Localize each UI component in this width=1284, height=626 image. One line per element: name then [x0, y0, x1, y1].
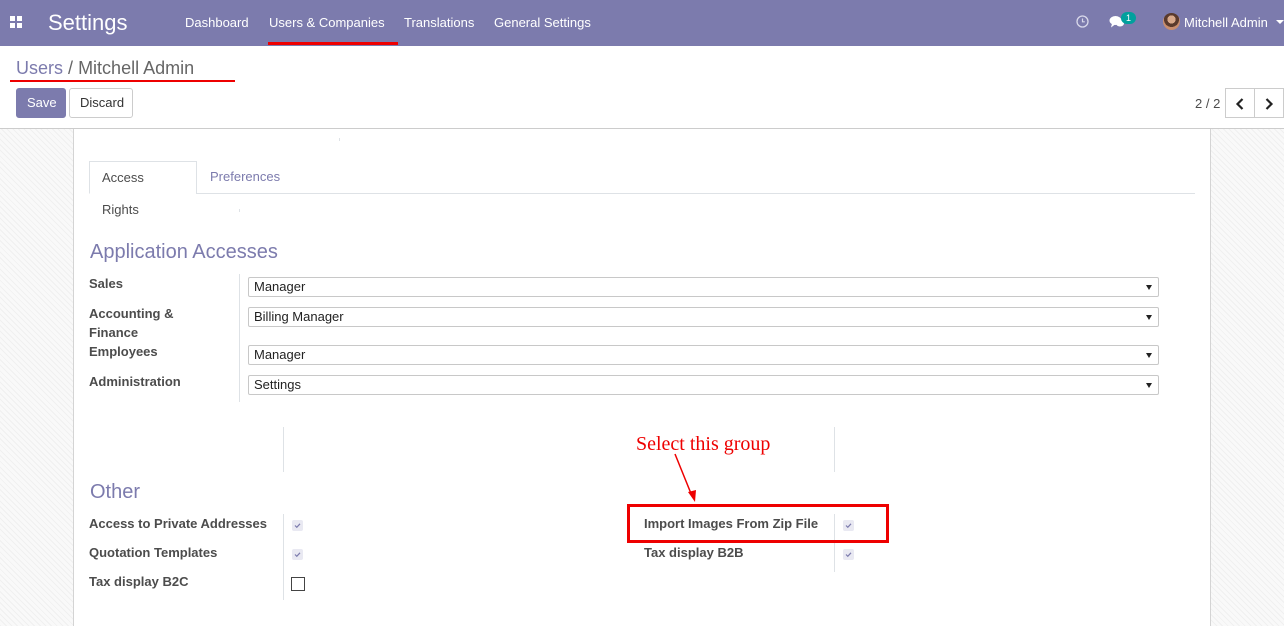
divider [834, 427, 835, 472]
field-label-tax-b2c: Tax display B2C [89, 574, 189, 589]
tax-b2c-checkbox[interactable] [291, 577, 305, 591]
caret-down-icon [1146, 315, 1152, 320]
menu-dashboard[interactable]: Dashboard [185, 15, 249, 30]
check-icon [294, 523, 301, 529]
check-icon [845, 552, 852, 558]
tab-divider [196, 193, 1195, 194]
pager-previous-button[interactable] [1225, 88, 1255, 118]
breadcrumb-current: Mitchell Admin [78, 58, 195, 78]
annotation-highlight-box [627, 504, 889, 543]
employees-select-value: Manager [254, 347, 306, 362]
breadcrumb-separator: / [68, 58, 74, 78]
tab-access-rights[interactable]: Access Rights [89, 161, 197, 217]
save-button[interactable]: Save [16, 88, 66, 118]
field-label-accounting: Accounting & Finance [89, 306, 174, 340]
divider [239, 274, 240, 402]
divider [283, 427, 284, 472]
menu-translations[interactable]: Translations [404, 15, 474, 30]
sales-select[interactable]: Manager [248, 277, 1159, 297]
administration-select-value: Settings [254, 377, 301, 392]
accounting-select[interactable]: Billing Manager [248, 307, 1159, 327]
annotation-text: Select this group [636, 433, 771, 455]
caret-down-icon [1146, 383, 1152, 388]
field-label-sales: Sales [89, 276, 123, 291]
user-menu[interactable]: Mitchell Admin [1184, 15, 1268, 30]
tab-preferences[interactable]: Preferences [198, 161, 292, 194]
menu-users-companies[interactable]: Users & Companies [269, 15, 385, 30]
divider [339, 138, 340, 141]
tax-b2b-checkbox[interactable] [843, 549, 854, 560]
quotation-templates-checkbox[interactable] [292, 549, 303, 560]
accounting-select-value: Billing Manager [254, 309, 344, 324]
field-label-administration: Administration [89, 374, 181, 389]
field-label-employees: Employees [89, 344, 158, 359]
menu-general-settings[interactable]: General Settings [494, 15, 591, 30]
annotation-arrow-icon [674, 453, 696, 502]
field-label-private-addresses: Access to Private Addresses [89, 516, 268, 531]
messages-badge: 1 [1121, 12, 1136, 24]
pager-next-button[interactable] [1254, 88, 1284, 118]
annotation-underline-menu [268, 42, 398, 45]
section-title-application-accesses: Application Accesses [90, 241, 278, 263]
employees-select[interactable]: Manager [248, 345, 1159, 365]
annotation-underline-breadcrumb [10, 80, 235, 82]
chevron-right-icon [1265, 98, 1274, 110]
divider [283, 514, 284, 600]
administration-select[interactable]: Settings [248, 375, 1159, 395]
caret-down-icon [1146, 285, 1152, 290]
divider [239, 209, 240, 212]
app-title: Settings [48, 10, 128, 35]
clock-icon[interactable] [1076, 15, 1089, 28]
chevron-left-icon [1235, 98, 1244, 110]
field-label-quotation-templates: Quotation Templates [89, 545, 218, 560]
caret-down-icon [1146, 353, 1152, 358]
discard-button[interactable]: Discard [69, 88, 133, 118]
grid-icon[interactable] [10, 16, 22, 28]
top-navbar: Settings Dashboard Users & Companies Tra… [0, 0, 1284, 46]
sales-select-value: Manager [254, 279, 306, 294]
private-addresses-checkbox[interactable] [292, 520, 303, 531]
avatar[interactable] [1163, 13, 1180, 30]
section-title-other: Other [90, 481, 141, 503]
breadcrumb: Users / Mitchell Admin [16, 58, 194, 79]
breadcrumb-parent[interactable]: Users [16, 58, 63, 78]
field-label-tax-b2b: Tax display B2B [644, 545, 744, 560]
caret-down-icon[interactable] [1276, 20, 1284, 24]
pager-value[interactable]: 2 / 2 [1195, 96, 1220, 111]
check-icon [294, 552, 301, 558]
